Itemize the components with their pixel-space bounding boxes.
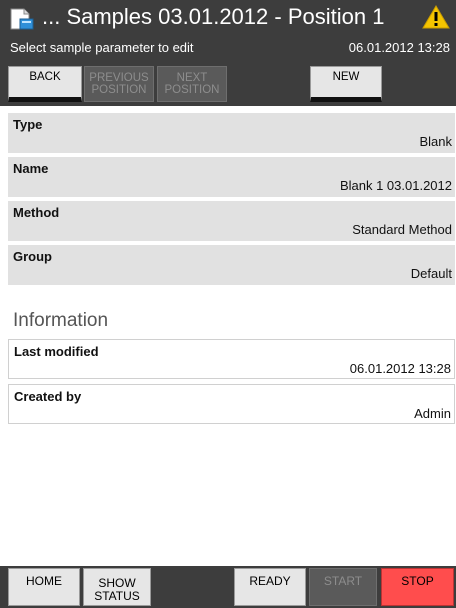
info-label: Created by (14, 389, 82, 404)
param-row-type[interactable]: Type Blank (8, 113, 455, 153)
previous-position-line1: PREVIOUS (89, 72, 149, 84)
param-row-name[interactable]: Name Blank 1 03.01.2012 (8, 157, 455, 197)
stop-button-label: STOP (401, 574, 434, 588)
new-button-label: NEW (332, 71, 360, 83)
param-value: Default (410, 266, 452, 281)
param-label: Method (13, 205, 60, 220)
param-value: Standard Method (352, 222, 452, 237)
param-label: Type (13, 117, 43, 132)
next-position-line1: NEXT (176, 72, 208, 84)
info-value: 06.01.2012 13:28 (349, 361, 451, 376)
param-value: Blank 1 03.01.2012 (339, 178, 452, 193)
info-value: Admin (414, 406, 451, 421)
new-button[interactable]: NEW (310, 66, 382, 102)
info-label: Last modified (14, 344, 99, 359)
param-row-group[interactable]: Group Default (8, 245, 455, 285)
bottom-bar: HOME SHOW STATUS READY START STOP (0, 566, 456, 608)
previous-position-button[interactable]: PREVIOUS POSITION (84, 66, 154, 102)
page-title: ... Samples 03.01.2012 - Position 1 (42, 4, 385, 29)
show-status-button[interactable]: SHOW STATUS (83, 568, 151, 606)
warning-icon[interactable] (422, 5, 450, 29)
start-button[interactable]: START (309, 568, 377, 606)
next-position-line2: POSITION (164, 84, 220, 96)
toolbar: BACK PREVIOUS POSITION NEXT POSITION NEW (0, 62, 456, 106)
back-button[interactable]: BACK (8, 66, 82, 102)
next-position-button[interactable]: NEXT POSITION (157, 66, 227, 102)
header-bar: ... Samples 03.01.2012 - Position 1 Sele… (0, 0, 456, 62)
header-datetime: 06.01.2012 13:28 (348, 40, 450, 55)
stop-button[interactable]: STOP (381, 568, 454, 606)
back-button-label: BACK (29, 71, 61, 83)
param-value: Blank (419, 134, 452, 149)
param-row-method[interactable]: Method Standard Method (8, 201, 455, 241)
ready-button-label: READY (249, 574, 291, 588)
start-button-label: START (323, 574, 363, 588)
param-label: Name (13, 161, 49, 176)
previous-position-line2: POSITION (91, 84, 147, 96)
param-label: Group (13, 249, 52, 264)
show-status-line2: STATUS (94, 589, 140, 603)
samples-document-icon (10, 8, 34, 30)
information-heading: Information (13, 310, 109, 331)
home-button-label: HOME (26, 574, 62, 588)
home-button[interactable]: HOME (8, 568, 80, 606)
ready-button[interactable]: READY (234, 568, 306, 606)
info-row-last-modified: Last modified 06.01.2012 13:28 (8, 339, 455, 379)
info-row-created-by: Created by Admin (8, 384, 455, 424)
instruction-text: Select sample parameter to edit (10, 40, 194, 55)
